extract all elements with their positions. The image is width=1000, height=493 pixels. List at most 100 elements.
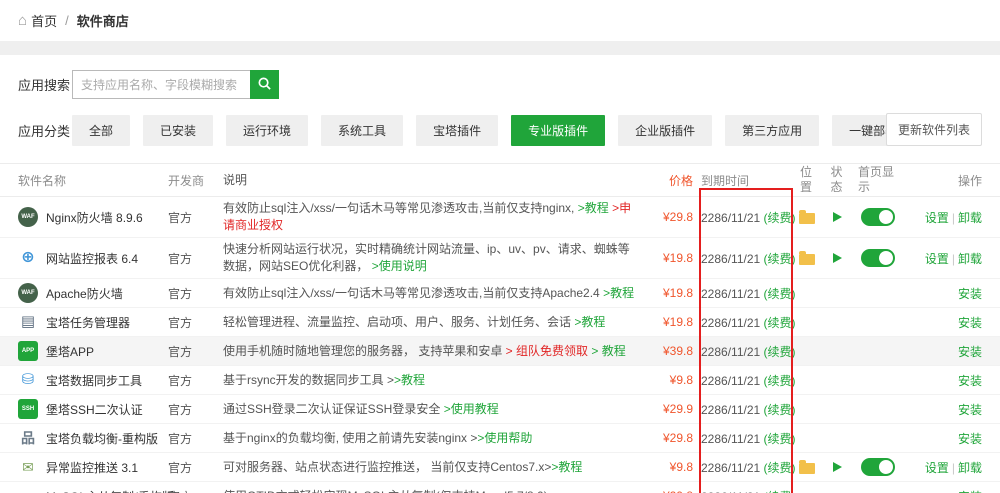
actions-cell: 安装 xyxy=(902,372,982,389)
expire-date: 2286/11/21 xyxy=(701,374,764,388)
search-input[interactable] xyxy=(72,70,250,99)
uninstall-link[interactable]: 卸载 xyxy=(958,461,982,475)
promo-link[interactable]: > 组队免费领取 xyxy=(506,344,588,358)
expire-date: 2286/11/21 xyxy=(701,211,764,225)
actions-cell: 设置|卸载 xyxy=(902,459,982,476)
vendor: 官方 xyxy=(168,250,223,267)
description-text: 可对服务器、站点状态进行监控推送， 当前仅支持Centos7.x> xyxy=(223,460,551,474)
renew-link[interactable]: (续费) xyxy=(764,287,796,301)
renew-link[interactable]: (续费) xyxy=(764,490,796,493)
renew-link[interactable]: (续费) xyxy=(764,316,796,330)
expire-cell: 2286/11/21 (续费) xyxy=(693,314,793,331)
category-tab[interactable]: 宝塔插件 xyxy=(416,115,498,146)
search-button[interactable] xyxy=(250,70,279,99)
app-search-row: 应用搜索 xyxy=(0,55,1000,99)
description: 使用GTID方式轻松实现MySQL主从复制(仅支持Mysql5.7/8.0) xyxy=(223,485,641,493)
software-name-cell: ✉ 异常监控推送 3.1 xyxy=(18,457,168,477)
status-cell xyxy=(821,462,854,472)
software-name-cell: APP 堡塔APP xyxy=(18,341,168,361)
price: ¥29.8 xyxy=(641,210,693,224)
table-row: APP 堡塔APP 官方 使用手机随时随地管理您的服务器， 支持苹果和安卓 > … xyxy=(0,337,1000,366)
install-link[interactable]: 安装 xyxy=(958,432,982,446)
install-link[interactable]: 安装 xyxy=(958,316,982,330)
install-link[interactable]: 安装 xyxy=(958,345,982,359)
folder-icon[interactable] xyxy=(799,254,815,265)
renew-link[interactable]: (续费) xyxy=(764,345,796,359)
renew-link[interactable]: (续费) xyxy=(764,252,796,266)
expire-cell: 2286/11/21 (续费) xyxy=(693,209,793,226)
settings-link[interactable]: 设置 xyxy=(925,461,949,475)
price: ¥9.8 xyxy=(641,460,693,474)
category-tab[interactable]: 企业版插件 xyxy=(618,115,712,146)
renew-link[interactable]: (续费) xyxy=(764,211,796,225)
status-cell xyxy=(821,212,854,222)
renew-link[interactable]: (续费) xyxy=(764,432,796,446)
software-name: 宝塔数据同步工具 xyxy=(46,372,142,389)
description-text: 有效防止sql注入/xss/一句话木马等常见渗透攻击,当前仅支持nginx, xyxy=(223,201,578,215)
description-text: 基于nginx的负载均衡, 使用之前请先安装nginx > xyxy=(223,431,477,445)
description-text: 基于rsync开发的数据同步工具 > xyxy=(223,373,394,387)
tutorial-link[interactable]: >教程 xyxy=(578,201,609,215)
settings-link[interactable]: 设置 xyxy=(925,211,949,225)
home-display-toggle[interactable] xyxy=(861,458,895,476)
monitor-report-icon: ⊕ xyxy=(18,248,38,268)
play-icon[interactable] xyxy=(833,253,842,263)
load-balancer-icon: 品 xyxy=(18,428,38,448)
tutorial-link[interactable]: >教程 xyxy=(394,373,425,387)
home-display-toggle[interactable] xyxy=(861,208,895,226)
folder-icon[interactable] xyxy=(799,463,815,474)
renew-link[interactable]: (续费) xyxy=(764,403,796,417)
category-tab[interactable]: 第三方应用 xyxy=(725,115,819,146)
expire-cell: 2286/11/21 (续费) xyxy=(693,488,793,493)
table-row: ✉ 异常监控推送 3.1 官方 可对服务器、站点状态进行监控推送， 当前仅支持C… xyxy=(0,453,1000,482)
database-icon: ⛁ xyxy=(18,370,38,390)
category-tab[interactable]: 系统工具 xyxy=(321,115,403,146)
actions-cell: 安装 xyxy=(902,430,982,447)
install-link[interactable]: 安装 xyxy=(958,403,982,417)
breadcrumb-home[interactable]: 首页 xyxy=(31,11,57,30)
category-tab[interactable]: 专业版插件 xyxy=(511,115,605,146)
install-link[interactable]: 安装 xyxy=(958,490,982,493)
tutorial-link[interactable]: >使用说明 xyxy=(372,259,427,273)
category-tab[interactable]: 已安装 xyxy=(143,115,213,146)
status-cell xyxy=(821,253,854,263)
software-name: Nginx防火墙 8.9.6 xyxy=(46,209,143,226)
folder-icon[interactable] xyxy=(799,213,815,224)
description: 使用手机随时随地管理您的服务器， 支持苹果和安卓 > 组队免费领取 > 教程 xyxy=(223,340,641,363)
price: ¥9.8 xyxy=(641,373,693,387)
vendor: 官方 xyxy=(168,285,223,302)
uninstall-link[interactable]: 卸载 xyxy=(958,211,982,225)
renew-link[interactable]: (续费) xyxy=(764,374,796,388)
update-software-list-button[interactable]: 更新软件列表 xyxy=(886,113,982,146)
description: 可对服务器、站点状态进行监控推送， 当前仅支持Centos7.x>>教程 xyxy=(223,456,641,479)
software-name-cell: WAF Apache防火墙 xyxy=(18,283,168,303)
play-icon[interactable] xyxy=(833,462,842,472)
tutorial-link[interactable]: > 教程 xyxy=(591,344,625,358)
install-link[interactable]: 安装 xyxy=(958,287,982,301)
tutorial-link[interactable]: >使用帮助 xyxy=(477,431,532,445)
home-icon: ⌂ xyxy=(18,12,27,29)
category-tab[interactable]: 运行环境 xyxy=(226,115,308,146)
renew-link[interactable]: (续费) xyxy=(764,461,796,475)
cloud-sync-icon: ☁ xyxy=(18,486,38,493)
play-icon[interactable] xyxy=(833,212,842,222)
actions-cell: 安装 xyxy=(902,314,982,331)
tutorial-link[interactable]: >教程 xyxy=(603,286,634,300)
home-display-toggle[interactable] xyxy=(861,249,895,267)
uninstall-link[interactable]: 卸载 xyxy=(958,252,982,266)
description: 通过SSH登录二次认证保证SSH登录安全 >使用教程 xyxy=(223,398,641,421)
install-link[interactable]: 安装 xyxy=(958,374,982,388)
tutorial-link[interactable]: >教程 xyxy=(551,460,582,474)
settings-link[interactable]: 设置 xyxy=(925,252,949,266)
category-tab[interactable]: 全部 xyxy=(72,115,130,146)
home-display-cell xyxy=(854,208,902,226)
tutorial-link[interactable]: >使用教程 xyxy=(444,402,499,416)
table-row: ⊕ 网站监控报表 6.4 官方 快速分析网站运行状况，实时精确统计网站流量、ip… xyxy=(0,238,1000,279)
search-icon xyxy=(257,76,272,94)
table-row: WAF Nginx防火墙 8.9.6 官方 有效防止sql注入/xss/一句话木… xyxy=(0,197,1000,238)
description: 有效防止sql注入/xss/一句话木马等常见渗透攻击,当前仅支持Apache2.… xyxy=(223,282,641,305)
tutorial-link[interactable]: >教程 xyxy=(574,315,605,329)
table-header: 软件名称 开发商 说明 价格 到期时间 位置 状态 首页显示 操作 xyxy=(0,163,1000,197)
software-name: 宝塔负载均衡-重构版 xyxy=(46,430,158,447)
top-bar: ⌂ 首页 / 软件商店 xyxy=(0,0,1000,41)
